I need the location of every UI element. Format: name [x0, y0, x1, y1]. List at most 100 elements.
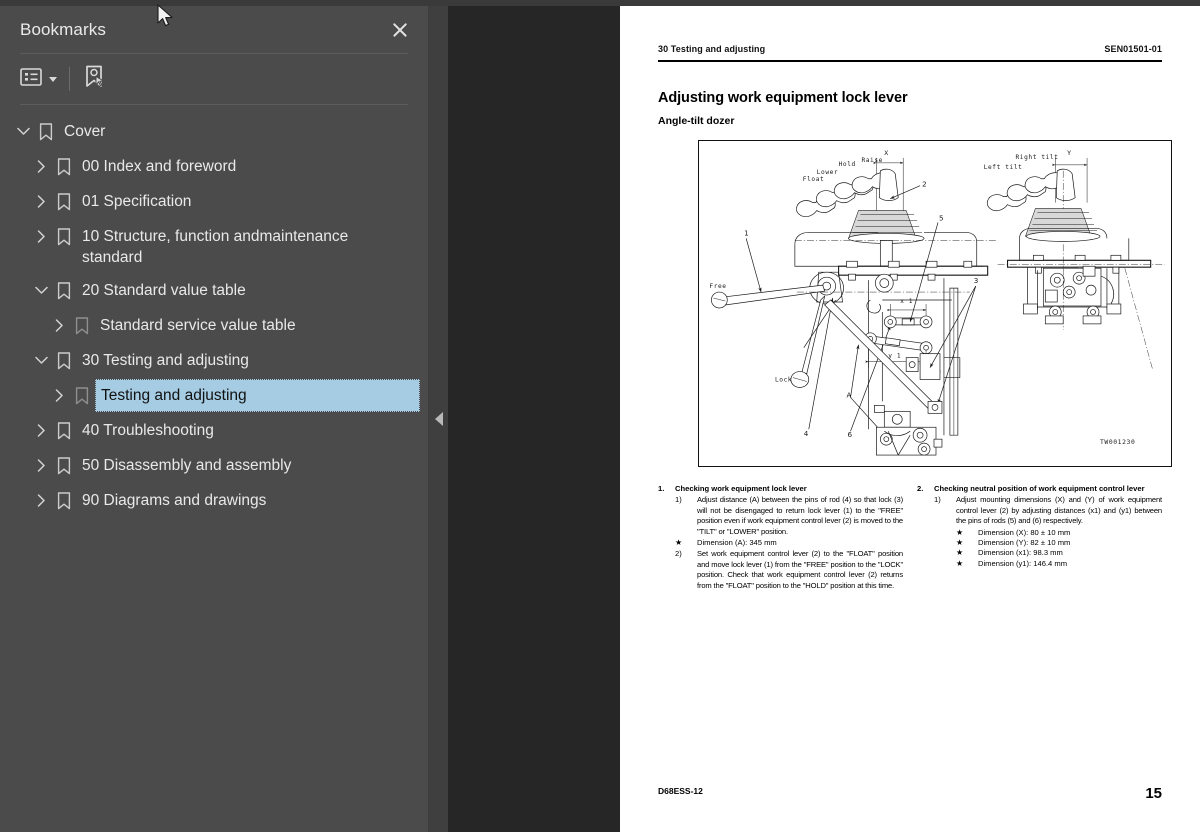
- bookmark-item-label: 20 Standard value table: [82, 282, 246, 299]
- bookmark-item-01-specification[interactable]: 01 Specification: [0, 185, 428, 220]
- right-step-1-text: Adjust mounting dimensions (X) and (Y) o…: [956, 495, 1162, 526]
- bookmark-item-20-standard-value-table[interactable]: 20 Standard value table: [0, 274, 428, 309]
- chevron-right-icon[interactable]: [30, 414, 52, 447]
- application-window: Bookmarks Cover 00 Index and foreword 01…: [0, 0, 1200, 832]
- close-icon[interactable]: [386, 16, 414, 44]
- svg-text:Float: Float: [803, 176, 825, 183]
- left-step-1-text: Adjust distance (A) between the pins of …: [697, 495, 903, 536]
- right-star-item: ★ Dimension (x1): 98.3 mm: [917, 548, 1162, 558]
- left-item-number: 1.: [658, 484, 665, 493]
- bookmark-icon: [52, 220, 76, 253]
- left-step-2-number: 2): [675, 549, 682, 559]
- bookmarks-toolbar: [0, 54, 428, 104]
- svg-text:y 1: y 1: [888, 353, 901, 360]
- bookmark-icon: [70, 379, 94, 412]
- right-star-item: ★ Dimension (X): 80 ± 10 mm: [917, 528, 1162, 538]
- svg-text:1: 1: [744, 228, 749, 237]
- bookmark-item-90-diagrams-and-drawings[interactable]: 90 Diagrams and drawings: [0, 484, 428, 519]
- svg-text:Lower: Lower: [817, 169, 839, 176]
- page-title: Bookmarks: [20, 19, 106, 39]
- document-page: 30 Testing and adjusting SEN01501-01 Adj…: [620, 6, 1200, 832]
- bookmark-item-cover[interactable]: Cover: [0, 115, 428, 150]
- right-item-heading: Checking neutral position of work equipm…: [934, 484, 1145, 493]
- right-star-text: Dimension (Y): 82 ± 10 mm: [978, 538, 1071, 548]
- chevron-down-icon[interactable]: [30, 274, 52, 307]
- svg-text:Raise: Raise: [861, 157, 883, 164]
- right-star-text: Dimension (y1): 146.4 mm: [978, 558, 1068, 568]
- chevron-right-icon[interactable]: [30, 449, 52, 482]
- right-star-list: ★ Dimension (X): 80 ± 10 mm ★ Dimension (Y)…: [917, 528, 1162, 570]
- bookmark-icon: [52, 274, 76, 307]
- bookmark-icon: [34, 115, 58, 148]
- svg-text:Right tilt: Right tilt: [1016, 154, 1059, 161]
- new-bookmark-icon: [84, 65, 106, 94]
- bookmarks-tree: Cover 00 Index and foreword 01 Specificati…: [0, 105, 428, 519]
- bookmark-icon: [52, 414, 76, 447]
- right-star-text: Dimension (x1): 98.3 mm: [978, 548, 1063, 558]
- svg-text:X: X: [884, 149, 889, 157]
- instruction-column-right: 2. Checking neutral position of work equ…: [917, 484, 1162, 591]
- bookmark-item-00-index-and-foreword[interactable]: 00 Index and foreword: [0, 150, 428, 185]
- bookmark-icon: [52, 185, 76, 218]
- document-subheading: Angle-tilt dozer: [658, 114, 735, 127]
- svg-text:6: 6: [848, 430, 853, 439]
- bookmark-item-label: Standard service value table: [100, 317, 296, 334]
- chevron-right-icon[interactable]: [30, 185, 52, 218]
- bookmark-item-label: 40 Troubleshooting: [82, 422, 214, 439]
- right-star-item: ★ Dimension (Y): 82 ± 10 mm: [917, 538, 1162, 548]
- bookmark-item-40-troubleshooting[interactable]: 40 Troubleshooting: [0, 414, 428, 449]
- svg-text:x 1: x 1: [900, 298, 913, 305]
- instruction-columns: 1. Checking work equipment lock lever 1)…: [658, 484, 1162, 591]
- bookmark-item-label: 00 Index and foreword: [82, 158, 237, 175]
- bookmark-icon: [52, 344, 76, 377]
- chevron-right-icon[interactable]: [30, 150, 52, 183]
- right-item-number: 2.: [917, 484, 924, 493]
- bookmarks-panel-header: Bookmarks: [0, 6, 428, 53]
- chevron-right-icon[interactable]: [48, 309, 70, 342]
- svg-text:5: 5: [939, 214, 944, 223]
- bookmark-item-10-structure-function-andmaintenance-standard[interactable]: 10 Structure, function andmaintenance st…: [0, 220, 428, 274]
- running-head-left: 30 Testing and adjusting: [658, 44, 766, 54]
- bookmark-item-label: 01 Specification: [82, 193, 192, 210]
- collapse-panel-icon[interactable]: [431, 404, 446, 434]
- page-number: 15: [1145, 785, 1162, 802]
- bookmark-item-label: 30 Testing and adjusting: [82, 352, 249, 369]
- bookmark-item-label: 90 Diagrams and drawings: [82, 492, 267, 509]
- chevron-right-icon[interactable]: [30, 220, 52, 253]
- bullet-star-icon: ★: [956, 558, 964, 568]
- svg-text:Free: Free: [709, 283, 726, 290]
- chevron-right-icon[interactable]: [48, 379, 70, 412]
- bookmark-item-label: 10 Structure, function andmaintenance st…: [82, 228, 349, 266]
- bookmark-item-standard-service-value-table[interactable]: Standard service value table: [0, 309, 428, 344]
- left-star-1-text: Dimension (A): 345 mm: [697, 538, 777, 548]
- left-step-2-text: Set work equipment control lever (2) to …: [697, 549, 903, 590]
- document-footer-left: D68ESS-12: [658, 786, 703, 796]
- right-star-text: Dimension (X): 80 ± 10 mm: [978, 527, 1071, 537]
- bookmark-item-label: Testing and adjusting: [95, 379, 420, 412]
- bookmark-item-30-testing-and-adjusting[interactable]: 30 Testing and adjusting: [0, 344, 428, 379]
- list-options-button[interactable]: [20, 64, 57, 94]
- bookmark-item-label: Cover: [64, 123, 106, 140]
- technical-diagram: .ln{fill:none;stroke:#1a1a1a;stroke-widt…: [698, 140, 1172, 467]
- instruction-column-left: 1. Checking work equipment lock lever 1)…: [658, 484, 903, 591]
- chevron-down-icon[interactable]: [30, 344, 52, 377]
- bookmark-item-50-disassembly-and-assembly[interactable]: 50 Disassembly and assembly: [0, 449, 428, 484]
- document-heading: Adjusting work equipment lock lever: [658, 89, 908, 106]
- svg-text:3: 3: [974, 276, 979, 285]
- bookmark-icon: [52, 484, 76, 517]
- toolbar-separator: [69, 67, 70, 91]
- triangle-left-icon: [434, 412, 443, 426]
- new-bookmark-button[interactable]: [84, 64, 106, 94]
- running-head: 30 Testing and adjusting SEN01501-01: [658, 44, 1162, 54]
- bookmark-icon: [70, 309, 94, 342]
- bullet-star-icon: ★: [956, 548, 964, 558]
- bookmark-icon: [52, 150, 76, 183]
- bookmark-item-testing-and-adjusting[interactable]: Testing and adjusting: [0, 379, 428, 414]
- bullet-star-icon: ★: [675, 538, 683, 548]
- left-item-heading: Checking work equipment lock lever: [675, 484, 807, 493]
- chevron-down-icon[interactable]: [12, 115, 34, 148]
- right-step-1-number: 1): [934, 495, 941, 505]
- bullet-star-icon: ★: [956, 527, 964, 537]
- bookmark-icon: [52, 449, 76, 482]
- chevron-right-icon[interactable]: [30, 484, 52, 517]
